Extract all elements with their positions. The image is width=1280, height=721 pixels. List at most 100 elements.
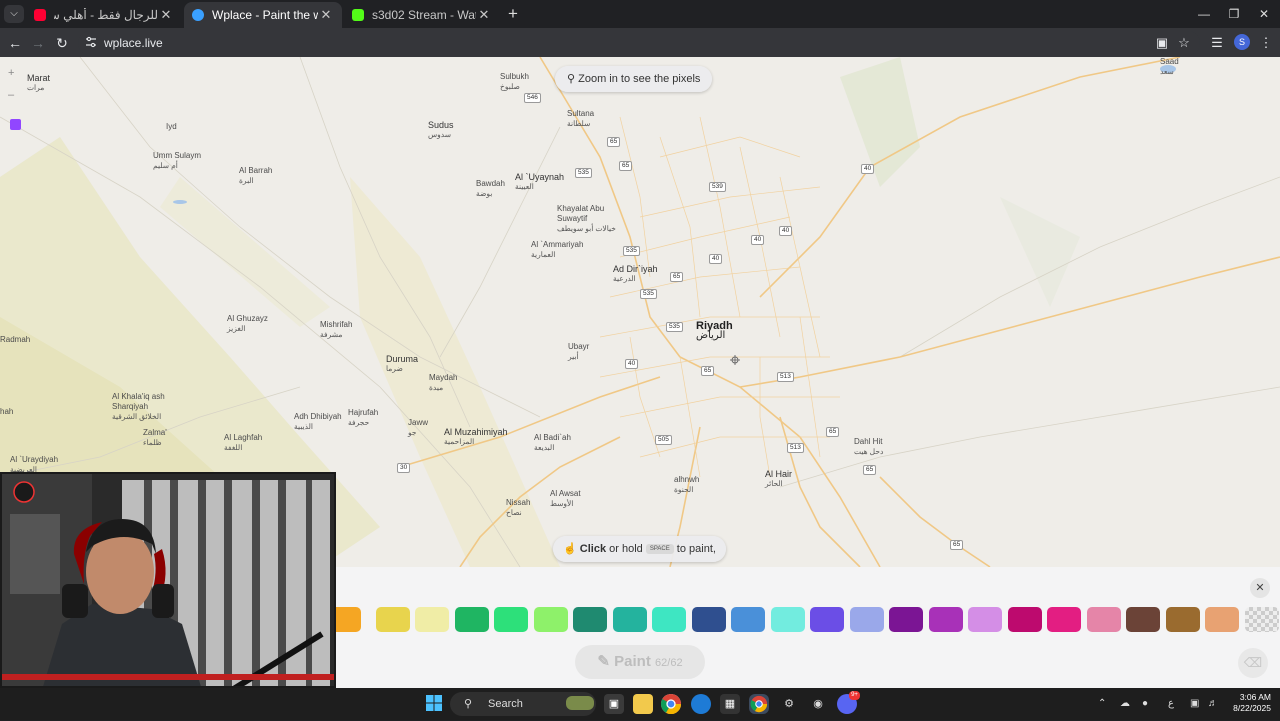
- back-button[interactable]: ←: [4, 32, 26, 54]
- color-swatch[interactable]: [375, 607, 410, 632]
- site-info-icon[interactable]: [85, 36, 97, 48]
- close-tab-icon[interactable]: ✕: [318, 7, 334, 23]
- place-label: Al Barrah البرة: [239, 166, 272, 186]
- color-swatch[interactable]: [494, 607, 528, 632]
- color-swatch[interactable]: [335, 607, 361, 632]
- place-name-ar: الحائر: [765, 479, 783, 488]
- place-label: Nissah نصاح: [506, 498, 530, 518]
- color-swatch[interactable]: [1126, 607, 1160, 632]
- color-swatch[interactable]: [731, 607, 765, 632]
- color-swatch[interactable]: [652, 607, 686, 632]
- tab-wplace[interactable]: Wplace - Paint the world ✕: [184, 2, 342, 28]
- color-swatch[interactable]: [612, 607, 647, 632]
- menu-kebab-icon[interactable]: ⋮: [1256, 33, 1276, 53]
- route-shield: 40: [709, 254, 723, 264]
- minimize-button[interactable]: —: [1189, 3, 1219, 25]
- task-view-icon[interactable]: ▣: [604, 694, 624, 714]
- volume-icon[interactable]: ♬: [1208, 696, 1218, 712]
- paint-button[interactable]: ✎ Paint 62/62: [575, 645, 705, 679]
- install-app-icon[interactable]: ▣: [1152, 33, 1172, 53]
- search-icon: ⚲: [463, 698, 473, 710]
- color-swatch[interactable]: [691, 607, 726, 632]
- tab-youtube[interactable]: للرجال فقط - أهلي سلبيين - ube ✕: [26, 2, 182, 28]
- place-name-ar: مشرفة: [320, 330, 343, 339]
- place-label: Mishrifah مشرفة: [320, 320, 352, 340]
- color-swatch[interactable]: [1047, 607, 1081, 632]
- zoom-in-button[interactable]: +: [8, 67, 14, 79]
- place-name-ar: ضرما: [386, 364, 403, 373]
- route-shield: 539: [709, 182, 726, 192]
- tray-chevron-icon[interactable]: ⌃: [1098, 696, 1106, 712]
- media-control-icon[interactable]: ☰: [1207, 33, 1227, 53]
- place-label: Dahl Hit دحل هيت: [854, 437, 883, 457]
- color-swatch[interactable]: [454, 607, 489, 632]
- place-label: Umm Sulaym أم سليم: [153, 151, 201, 171]
- color-swatch[interactable]: [415, 607, 449, 632]
- place-name-ar: العمارية: [531, 250, 556, 259]
- tab-search-button[interactable]: ⌵: [4, 5, 24, 23]
- tray-cloud-icon[interactable]: ☁: [1120, 696, 1130, 712]
- close-tab-icon[interactable]: ✕: [476, 7, 492, 23]
- tab-kick[interactable]: s3d02 Stream - Watch Live on K ✕: [344, 2, 500, 28]
- place-name: Al Ghuzayz: [227, 314, 268, 323]
- network-icon[interactable]: ▣: [1190, 696, 1199, 712]
- color-swatch[interactable]: [889, 607, 923, 632]
- place-label: Al Badi`ah البديعة: [534, 433, 571, 453]
- place-name-ar: ظلماء: [143, 438, 162, 447]
- settings-gear-icon[interactable]: ⚙: [779, 694, 799, 714]
- place-name: Bawdah: [476, 179, 505, 188]
- swatch-transparent[interactable]: [1244, 607, 1279, 632]
- color-swatch[interactable]: [533, 607, 568, 632]
- app-icon[interactable]: ◉: [808, 694, 828, 714]
- hint-or-hold: or hold: [609, 543, 643, 555]
- place-name: Zalma': [143, 428, 167, 437]
- windows-start-icon[interactable]: [424, 694, 444, 714]
- tray-mic-icon[interactable]: ●: [1142, 696, 1148, 712]
- chrome-icon[interactable]: [660, 694, 682, 715]
- place-name: Duruma: [386, 354, 419, 364]
- twitch-icon[interactable]: [10, 119, 21, 130]
- place-label: Al Khala'iq ash Sharqiyah الخلائق الشرقية: [112, 392, 192, 422]
- route-shield: 40: [625, 359, 639, 369]
- place-name: Khayalat Abu Suwaytif: [557, 204, 605, 223]
- place-name: Umm Sulaym: [153, 151, 202, 160]
- store-icon[interactable]: ▦: [720, 694, 740, 714]
- place-name: Ad Dir`iyah: [613, 264, 658, 274]
- color-swatch[interactable]: [968, 607, 1002, 632]
- address-bar[interactable]: wplace.live: [78, 31, 1200, 55]
- zoom-out-button[interactable]: –: [8, 89, 14, 101]
- color-swatch[interactable]: [1165, 607, 1200, 632]
- place-label: Maydah ميدة: [429, 373, 457, 393]
- route-shield: 65: [607, 137, 621, 147]
- eraser-button[interactable]: ⌫: [1238, 648, 1268, 678]
- close-palette-button[interactable]: ✕: [1250, 578, 1270, 598]
- keyboard-lang[interactable]: ع: [1168, 696, 1174, 712]
- color-swatch[interactable]: [928, 607, 963, 632]
- forward-button[interactable]: →: [27, 32, 49, 54]
- pointer-icon: ☝: [563, 543, 577, 555]
- system-clock[interactable]: 3:06 AM 8/22/2025: [1225, 692, 1271, 714]
- route-shield: 65: [619, 161, 633, 171]
- file-explorer-icon[interactable]: [633, 694, 653, 714]
- reload-button[interactable]: ↻: [51, 32, 73, 54]
- new-tab-button[interactable]: +: [503, 4, 523, 24]
- edge-icon[interactable]: [691, 694, 711, 714]
- tank-widget-icon[interactable]: [566, 696, 594, 710]
- bookmark-star-icon[interactable]: ☆: [1174, 33, 1194, 53]
- close-tab-icon[interactable]: ✕: [158, 7, 174, 23]
- color-swatch[interactable]: [770, 607, 805, 632]
- color-swatch[interactable]: [573, 607, 607, 632]
- color-swatch[interactable]: [849, 607, 884, 632]
- close-window-button[interactable]: ✕: [1249, 3, 1279, 25]
- place-name: Saad: [1160, 57, 1179, 66]
- color-swatch[interactable]: [1086, 607, 1121, 632]
- streamer-webcam: [2, 474, 334, 686]
- chrome-active-icon[interactable]: [749, 694, 769, 714]
- color-swatch[interactable]: [1205, 607, 1239, 632]
- profile-avatar[interactable]: S: [1234, 34, 1250, 50]
- color-swatch[interactable]: [1007, 607, 1042, 632]
- paint-charges: 62/62: [655, 657, 683, 669]
- maximize-button[interactable]: ❐: [1219, 3, 1249, 25]
- place-name: Al Hair: [765, 469, 793, 479]
- color-swatch[interactable]: [810, 607, 844, 632]
